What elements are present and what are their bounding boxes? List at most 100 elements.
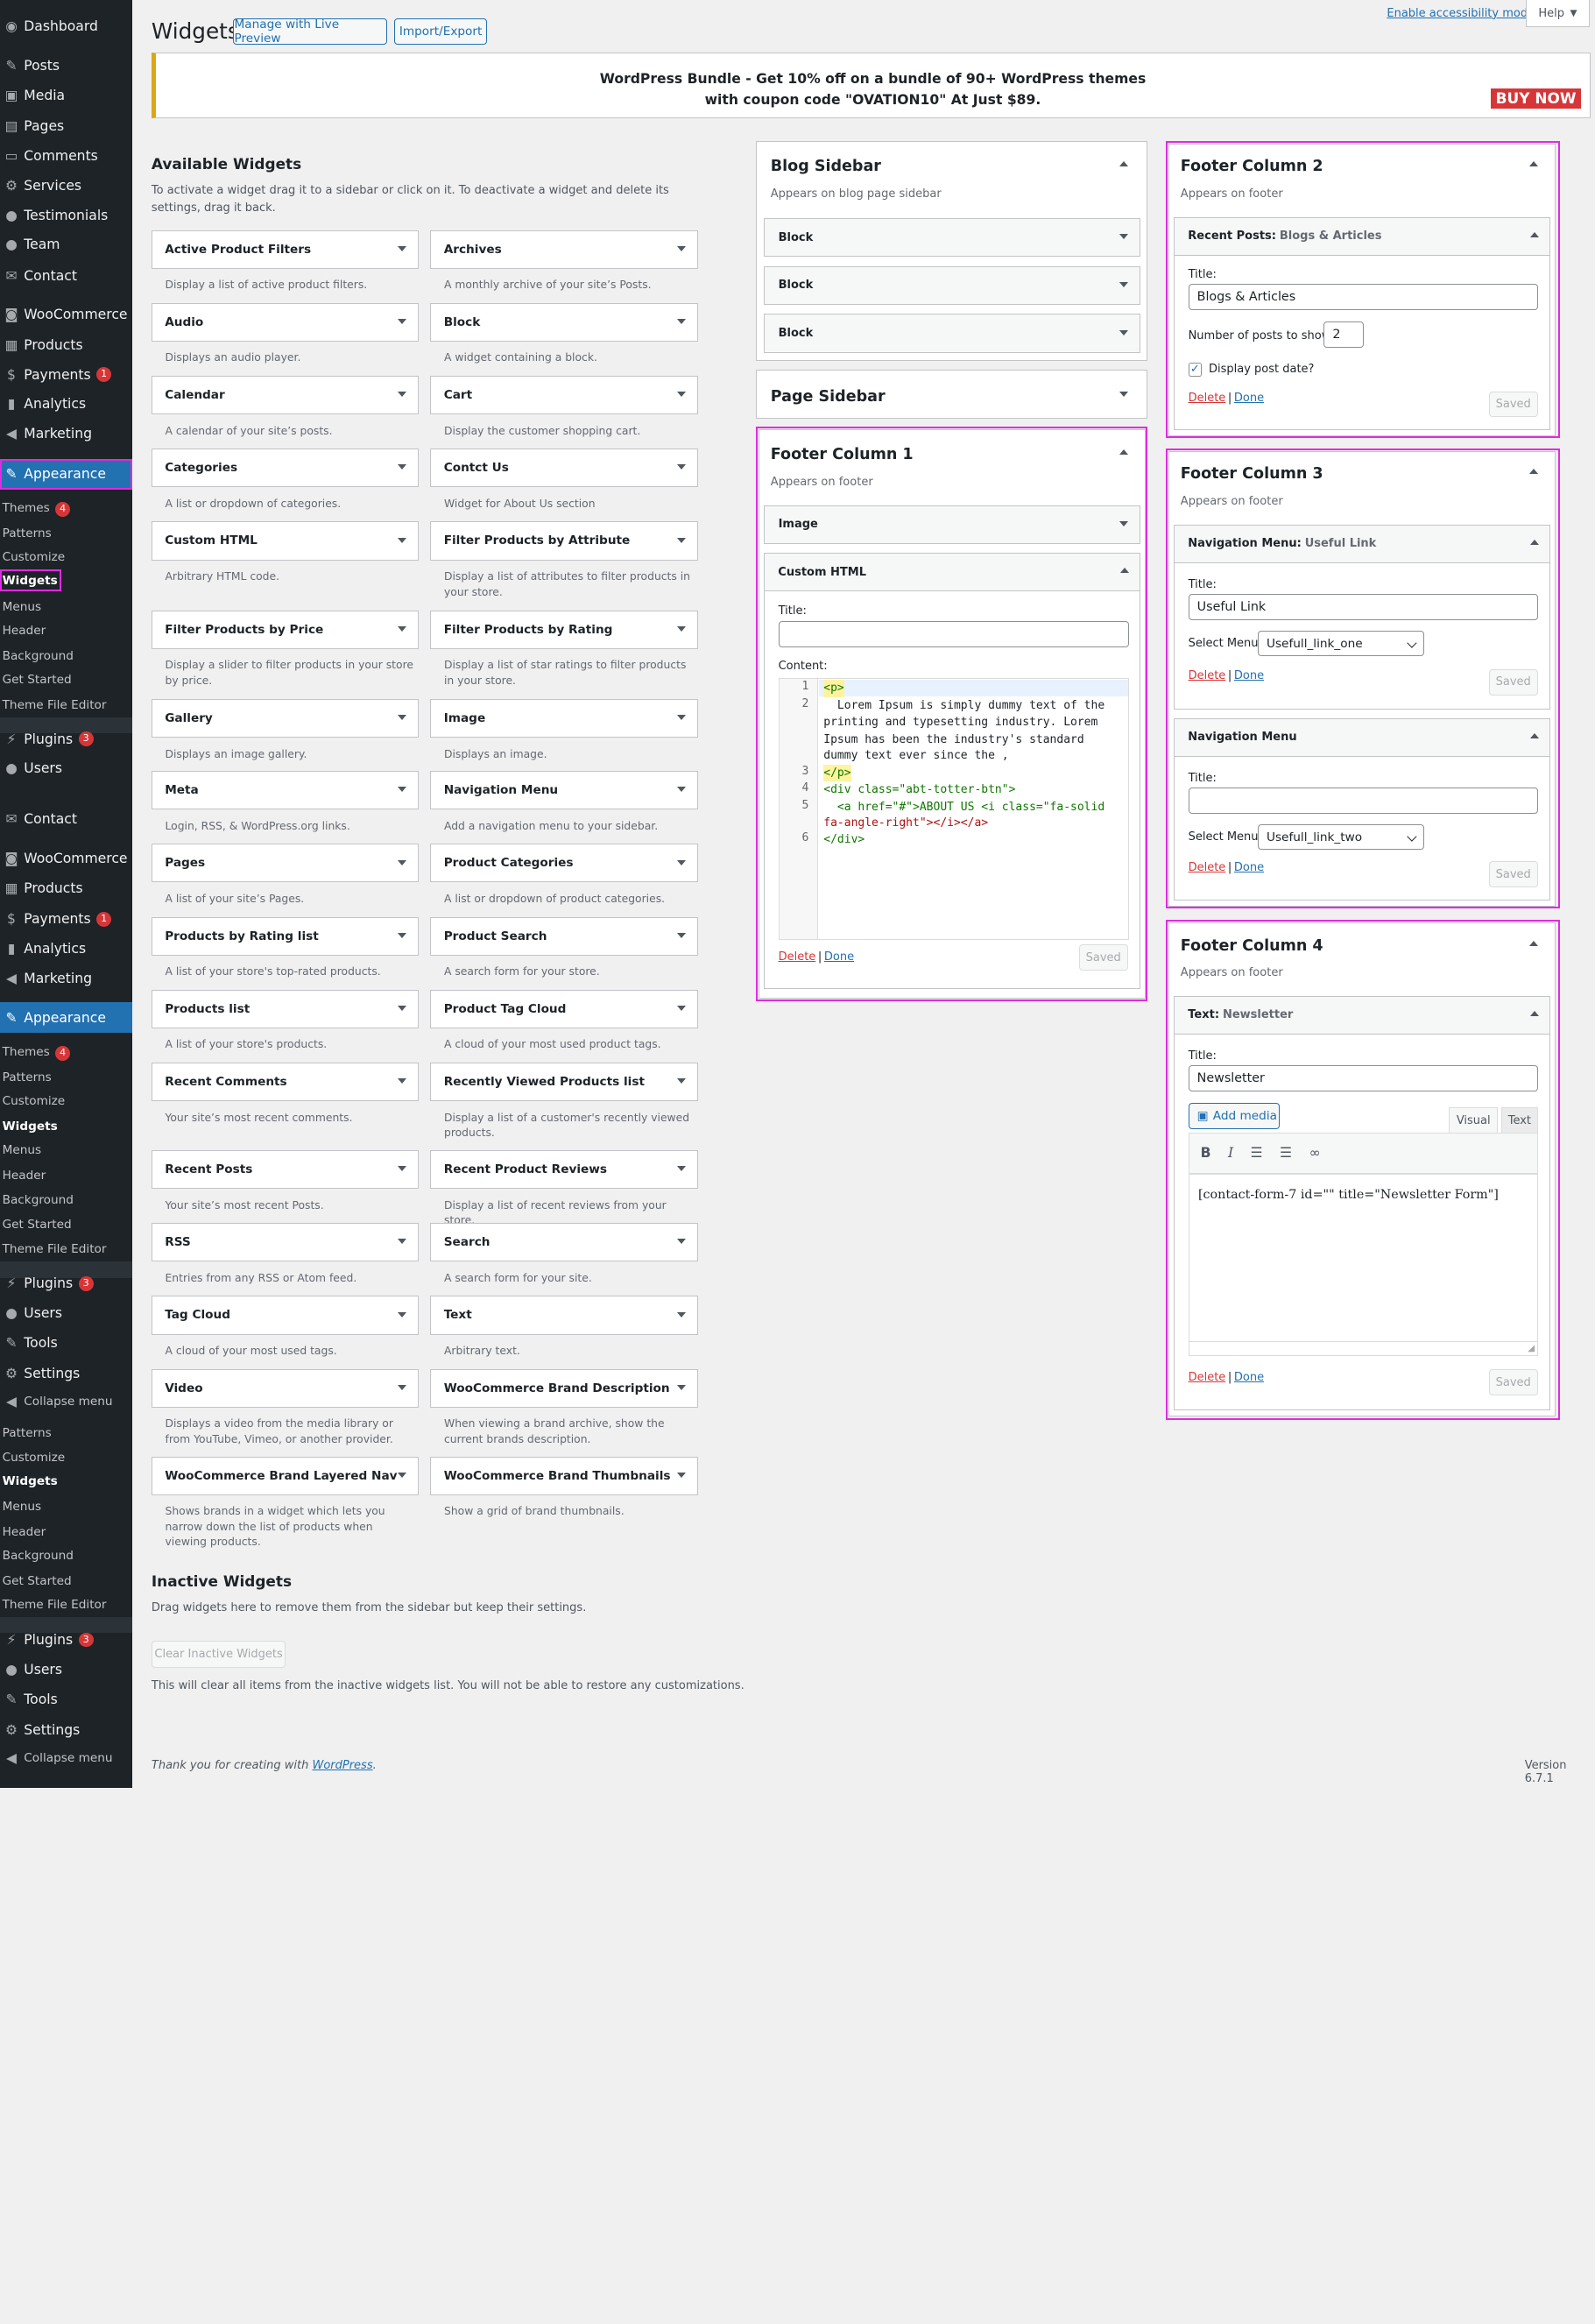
caret-down-icon[interactable] [676,1472,686,1478]
caret-down-icon[interactable] [398,245,407,251]
caret-down-icon[interactable] [676,1384,686,1390]
widget-tile[interactable]: Gallery [151,699,420,738]
block-widget[interactable]: Block [763,265,1141,306]
block-widget[interactable]: Block [763,314,1141,353]
menu-appearance[interactable]: ✎ Appearance [0,1002,132,1034]
widget-tile[interactable]: WooCommerce Brand Thumbnails [430,1456,698,1495]
menu-contact[interactable]: ✉ Contact [0,809,132,828]
caret-down-icon[interactable] [398,1005,407,1011]
widget-tile[interactable]: Text [430,1296,698,1335]
widget-tile[interactable]: Product Search [430,916,698,956]
submenu-header[interactable]: Header [3,624,46,638]
caret-down-icon[interactable] [676,859,686,865]
widget-tile[interactable]: Product Tag Cloud [430,989,698,1028]
caret-down-icon[interactable] [676,537,686,543]
submenu-get-started[interactable]: Get Started [3,673,72,687]
menu-services[interactable]: ⚙ Services [0,177,132,195]
page-sidebar-panel[interactable]: Page Sidebar [756,370,1148,420]
widget-tile[interactable]: Filter Products by Attribute [430,521,698,561]
wordpress-link[interactable]: WordPress [312,1759,372,1772]
submenu-patterns[interactable]: Patterns [3,1426,52,1440]
submenu-menus[interactable]: Menus [3,600,42,614]
caret-down-icon[interactable] [676,319,686,324]
widget-tile[interactable]: Video [151,1368,420,1408]
menu-plugins[interactable]: ⚡ Plugins 3 [0,1631,132,1649]
menu-woocommerce[interactable]: ◙ WooCommerce [0,850,132,868]
caret-down-icon[interactable] [398,1472,407,1478]
submenu-background[interactable]: Background [3,1193,74,1207]
caret-down-icon[interactable] [676,1166,686,1171]
caret-down-icon[interactable] [676,932,686,938]
submenu-header[interactable]: Header [3,1525,46,1539]
caret-down-icon[interactable] [398,787,407,792]
widget-tile[interactable]: Search [430,1223,698,1262]
caret-down-icon[interactable] [676,715,686,720]
caret-down-icon[interactable] [398,319,407,324]
expand-arrow-icon[interactable] [1119,282,1128,287]
menu-settings[interactable]: ⚙ Settings [0,1720,132,1739]
submenu-menus[interactable]: Menus [3,1500,42,1514]
import-export-button[interactable]: Import/Export [393,18,488,45]
menu-plugins[interactable]: ⚡ Plugins 3 [0,730,132,748]
widget-tile[interactable]: Tag Cloud [151,1296,420,1335]
expand-arrow-icon[interactable] [1119,391,1128,397]
caret-down-icon[interactable] [398,626,407,632]
submenu-menus[interactable]: Menus [3,1143,42,1157]
widget-tile[interactable]: Active Product Filters [151,230,420,269]
caret-down-icon[interactable] [398,1311,407,1317]
caret-down-icon[interactable] [398,464,407,470]
widget-tile[interactable]: RSS [151,1223,420,1262]
submenu-customize[interactable]: Customize [3,1451,66,1465]
submenu-theme-file-editor[interactable]: Theme File Editor [3,1598,107,1612]
menu-analytics[interactable]: ▮ Analytics [0,940,132,958]
submenu-patterns[interactable]: Patterns [3,1070,52,1084]
widget-tile[interactable]: WooCommerce Brand Description [430,1368,698,1408]
caret-down-icon[interactable] [676,1239,686,1244]
submenu-widgets[interactable]: Widgets [0,569,61,591]
accessibility-link[interactable]: Enable accessibility mode [1387,7,1535,20]
widget-tile[interactable]: Cart [430,375,698,415]
menu-contact[interactable]: ✉ Contact [0,266,132,285]
caret-down-icon[interactable] [676,626,686,632]
menu-marketing[interactable]: ◀ Marketing [0,425,132,443]
caret-down-icon[interactable] [398,715,407,720]
menu-users[interactable]: ● Users [0,1304,132,1323]
submenu-header[interactable]: Header [3,1169,46,1183]
menu-products[interactable]: ▦ Products [0,336,132,355]
collapse-arrow-icon[interactable] [1119,161,1128,167]
widget-tile[interactable]: Categories [151,449,420,488]
caret-down-icon[interactable] [398,537,407,543]
widget-tile[interactable]: Recently Viewed Products list [430,1062,698,1102]
caret-down-icon[interactable] [398,859,407,865]
menu-woocommerce[interactable]: ◙ WooCommerce [0,305,132,323]
menu-plugins[interactable]: ⚡ Plugins 3 [0,1275,132,1293]
widget-tile[interactable]: Filter Products by Rating [430,610,698,649]
menu-products[interactable]: ▦ Products [0,879,132,898]
submenu-theme-file-editor[interactable]: Theme File Editor [3,698,107,712]
submenu-get-started[interactable]: Get Started [3,1574,72,1588]
expand-arrow-icon[interactable] [1119,234,1128,240]
submenu-background[interactable]: Background [3,649,74,663]
widget-tile[interactable]: Products by Rating list [151,916,420,956]
submenu-themes[interactable]: Themes 4 [3,1045,71,1062]
widget-tile[interactable]: Calendar [151,375,420,415]
submenu-widgets[interactable]: Widgets [3,1474,58,1488]
caret-down-icon[interactable] [398,1239,407,1244]
block-widget[interactable]: Block [763,218,1141,258]
menu-media[interactable]: ▣ Media [0,87,132,105]
widget-tile[interactable]: WooCommerce Brand Layered Nav [151,1456,420,1495]
menu-settings[interactable]: ⚙ Settings [0,1364,132,1382]
buy-now-button[interactable]: BUY NOW [1491,88,1581,109]
caret-down-icon[interactable] [676,392,686,397]
menu-appearance[interactable]: ✎ Appearance [0,458,132,490]
menu-comments[interactable]: ▭ Comments [0,147,132,166]
submenu-customize[interactable]: Customize [3,1094,66,1108]
menu-analytics[interactable]: ▮ Analytics [0,395,132,413]
menu-payments[interactable]: $ Payments 1 [0,365,132,384]
caret-down-icon[interactable] [398,1166,407,1171]
widget-tile[interactable]: Image [430,699,698,738]
menu-payments[interactable]: $ Payments 1 [0,910,132,929]
widget-tile[interactable]: Audio [151,302,420,342]
menu-users[interactable]: ● Users [0,1660,132,1678]
widget-tile[interactable]: Product Categories [430,844,698,883]
